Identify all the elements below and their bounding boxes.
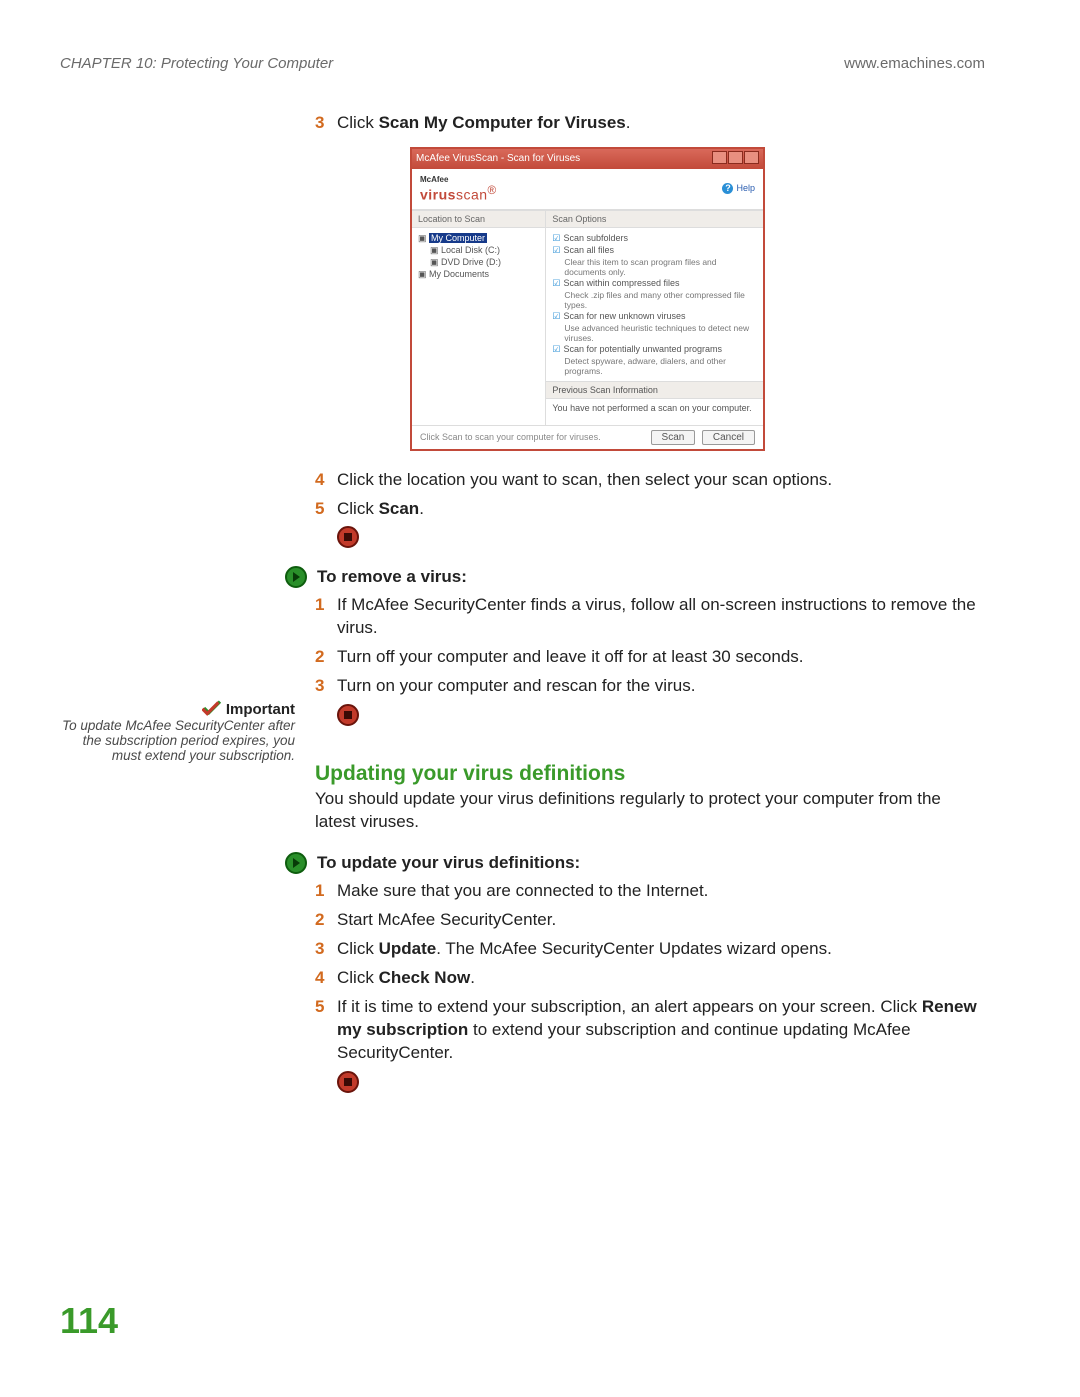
step-text: Click the location you want to scan, the… (337, 469, 985, 492)
remove-step-1: 1 If McAfee SecurityCenter finds a virus… (315, 594, 985, 640)
page-number: 114 (60, 1300, 118, 1342)
step-number: 4 (315, 469, 337, 492)
window-titlebar: McAfee VirusScan - Scan for Viruses (412, 149, 763, 169)
folder-tree[interactable]: ▣ My Computer ▣ Local Disk (C:) ▣ DVD Dr… (412, 228, 545, 311)
header-url: www.emachines.com (844, 55, 985, 72)
step-3: 3 Click Scan My Computer for Viruses. (315, 112, 985, 135)
step-4: 4 Click the location you want to scan, t… (315, 469, 985, 492)
opt-subfolders[interactable]: Scan subfolders (552, 233, 757, 244)
update-step-3: 3 Click Update. The McAfee SecurityCente… (315, 938, 985, 961)
chapter-title: CHAPTER 10: Protecting Your Computer (60, 55, 333, 72)
window-buttons (711, 151, 759, 167)
play-icon (285, 852, 307, 874)
update-step-5: 5 If it is time to extend your subscript… (315, 996, 985, 1065)
step-number: 3 (315, 112, 337, 135)
step-5: 5 Click Scan. (315, 498, 985, 521)
running-header: CHAPTER 10: Protecting Your Computer www… (60, 55, 985, 72)
update-step-4: 4 Click Check Now. (315, 967, 985, 990)
step-number: 5 (315, 498, 337, 521)
opt-compressed[interactable]: Scan within compressed files (552, 278, 757, 289)
brand-small: McAfee (420, 175, 497, 184)
opt-unknown[interactable]: Scan for new unknown viruses (552, 311, 757, 322)
important-note: Important To update McAfee SecurityCente… (60, 700, 295, 763)
end-procedure-icon (337, 526, 359, 548)
remove-step-2: 2 Turn off your computer and leave it of… (315, 646, 985, 669)
section-updating-defs: Updating your virus definitions (315, 762, 985, 786)
brand-main: virusscan® (420, 184, 497, 203)
left-panel-head: Location to Scan (412, 210, 545, 228)
procedure-remove-virus: To remove a virus: (285, 566, 985, 588)
remove-step-3: 3 Turn on your computer and rescan for t… (315, 675, 985, 698)
prev-scan-body: You have not performed a scan on your co… (546, 399, 763, 425)
prev-scan-head: Previous Scan Information (546, 381, 763, 399)
scan-options: Scan subfolders Scan all files Clear thi… (546, 228, 763, 381)
right-panel-head: Scan Options (546, 210, 763, 228)
play-icon (285, 566, 307, 588)
scan-button[interactable]: Scan (651, 430, 696, 445)
cancel-button[interactable]: Cancel (702, 430, 755, 445)
end-procedure-icon (337, 1071, 359, 1093)
window-title: McAfee VirusScan - Scan for Viruses (416, 153, 580, 164)
end-procedure-icon (337, 704, 359, 726)
help-link[interactable]: Help (722, 183, 755, 194)
step-text: Click Scan My Computer for Viruses. (337, 112, 985, 135)
check-icon (202, 700, 222, 716)
procedure-update-defs: To update your virus definitions: (285, 852, 985, 874)
update-step-2: 2 Start McAfee SecurityCenter. (315, 909, 985, 932)
section-intro: You should update your virus definitions… (315, 788, 985, 834)
opt-pup[interactable]: Scan for potentially unwanted programs (552, 344, 757, 355)
step-text: Click Scan. (337, 498, 985, 521)
update-step-1: 1 Make sure that you are connected to th… (315, 880, 985, 903)
opt-all-files[interactable]: Scan all files (552, 245, 757, 256)
footer-hint: Click Scan to scan your computer for vir… (420, 432, 601, 442)
virusscan-screenshot: McAfee VirusScan - Scan for Viruses McAf… (410, 147, 765, 451)
